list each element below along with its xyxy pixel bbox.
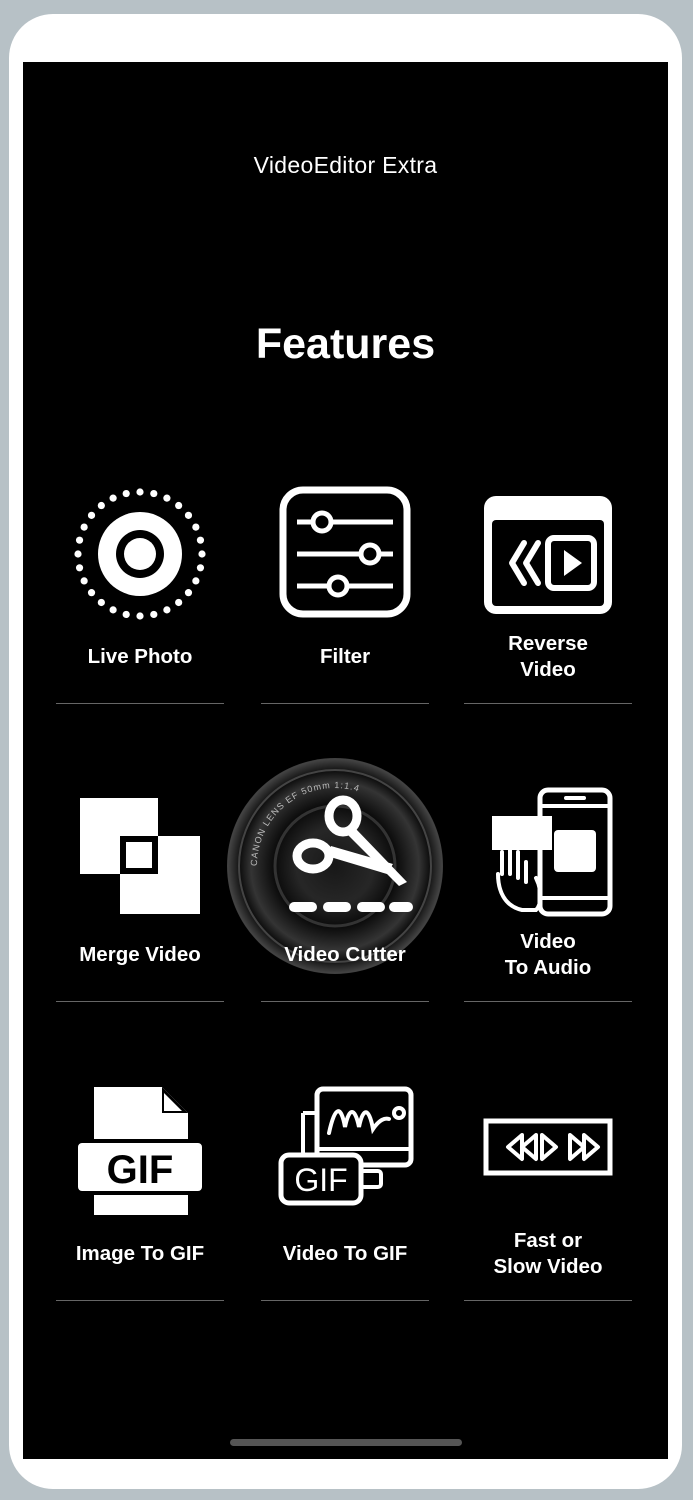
divider xyxy=(56,1001,224,1002)
feature-image-to-gif[interactable]: GIF Image To GIF xyxy=(56,1069,224,1301)
live-photo-dot xyxy=(122,610,130,619)
live-photo-dot xyxy=(74,550,82,558)
live-photo-dot xyxy=(136,612,144,620)
live-photo-dot xyxy=(136,488,144,496)
divider xyxy=(261,703,429,704)
live-photo-dot xyxy=(150,610,158,619)
section-title: Features xyxy=(255,320,436,368)
feature-label: Image To GIF xyxy=(75,1242,205,1265)
live-photo-dot xyxy=(192,577,200,585)
feature-label: Live Photo xyxy=(87,645,193,668)
live-photo-dot xyxy=(192,523,200,531)
live-photo-dot xyxy=(163,494,171,502)
live-photo-dot xyxy=(87,589,96,597)
live-photo-dot xyxy=(184,589,193,597)
live-photo-dot xyxy=(87,511,96,519)
feature-live-photo[interactable]: Live Photo xyxy=(56,472,224,704)
feature-label: Reverse Video xyxy=(508,632,588,681)
svg-text:GIF: GIF xyxy=(294,1162,347,1198)
feature-label: Video To GIF xyxy=(282,1242,408,1265)
feature-label: Video To Audio xyxy=(504,930,592,979)
feature-filter[interactable]: Filter xyxy=(261,472,429,704)
feature-label: Filter xyxy=(319,645,371,668)
video-gif-icon: GIF xyxy=(278,1086,414,1206)
divider xyxy=(56,1300,224,1301)
merge-squares-icon xyxy=(80,798,200,914)
live-photo-dot xyxy=(196,564,205,572)
live-photo-dot xyxy=(184,511,193,519)
divider xyxy=(464,1001,632,1002)
divider xyxy=(261,1001,429,1002)
feature-video-cutter[interactable]: CANON LENS EF 50mm 1:1.4 Video Cutter xyxy=(227,758,443,1002)
live-photo-dot xyxy=(97,501,105,510)
sliders-icon xyxy=(279,486,411,618)
feature-label: Fast or Slow Video xyxy=(493,1229,603,1278)
live-photo-dot xyxy=(75,536,84,544)
live-photo-dot xyxy=(80,523,88,531)
home-indicator[interactable] xyxy=(230,1439,462,1446)
divider xyxy=(261,1300,429,1301)
svg-text:GIF: GIF xyxy=(107,1148,174,1192)
gif-file-icon: GIF xyxy=(74,1087,206,1215)
reverse-video-icon xyxy=(484,496,612,614)
feature-video-to-gif[interactable]: GIF Video To GIF xyxy=(261,1069,429,1301)
speed-controls-icon xyxy=(483,1118,613,1176)
live-photo-dot xyxy=(163,606,171,614)
feature-fast-slow-video[interactable]: Fast or Slow Video xyxy=(464,1069,632,1301)
live-photo-dot xyxy=(198,550,206,558)
phone-tap-icon xyxy=(492,787,613,917)
live-photo-dot xyxy=(80,577,88,585)
live-photo-dot xyxy=(122,489,130,498)
live-photo-dot xyxy=(109,494,117,502)
feature-video-to-audio[interactable]: Video To Audio xyxy=(464,770,632,1002)
app-title: VideoEditor Extra xyxy=(253,152,438,178)
divider xyxy=(56,703,224,704)
divider xyxy=(464,1300,632,1301)
live-photo-dot xyxy=(196,536,205,544)
live-photo-dot xyxy=(175,501,183,510)
live-photo-dot xyxy=(75,564,84,572)
live-photo-icon xyxy=(74,488,206,620)
feature-reverse-video[interactable]: Reverse Video xyxy=(464,472,632,704)
live-photo-dot xyxy=(175,598,183,607)
feature-label: Merge Video xyxy=(79,943,201,966)
live-photo-dot xyxy=(150,489,158,498)
live-photo-dot xyxy=(109,606,117,614)
feature-merge-video[interactable]: Merge Video xyxy=(56,770,224,1002)
app-screen: VideoEditor Extra Features Live Photo Fi… xyxy=(23,62,668,1459)
scissors-icon xyxy=(289,795,413,912)
feature-label: Video Cutter xyxy=(284,943,406,966)
divider xyxy=(464,703,632,704)
live-photo-dot xyxy=(97,598,105,607)
